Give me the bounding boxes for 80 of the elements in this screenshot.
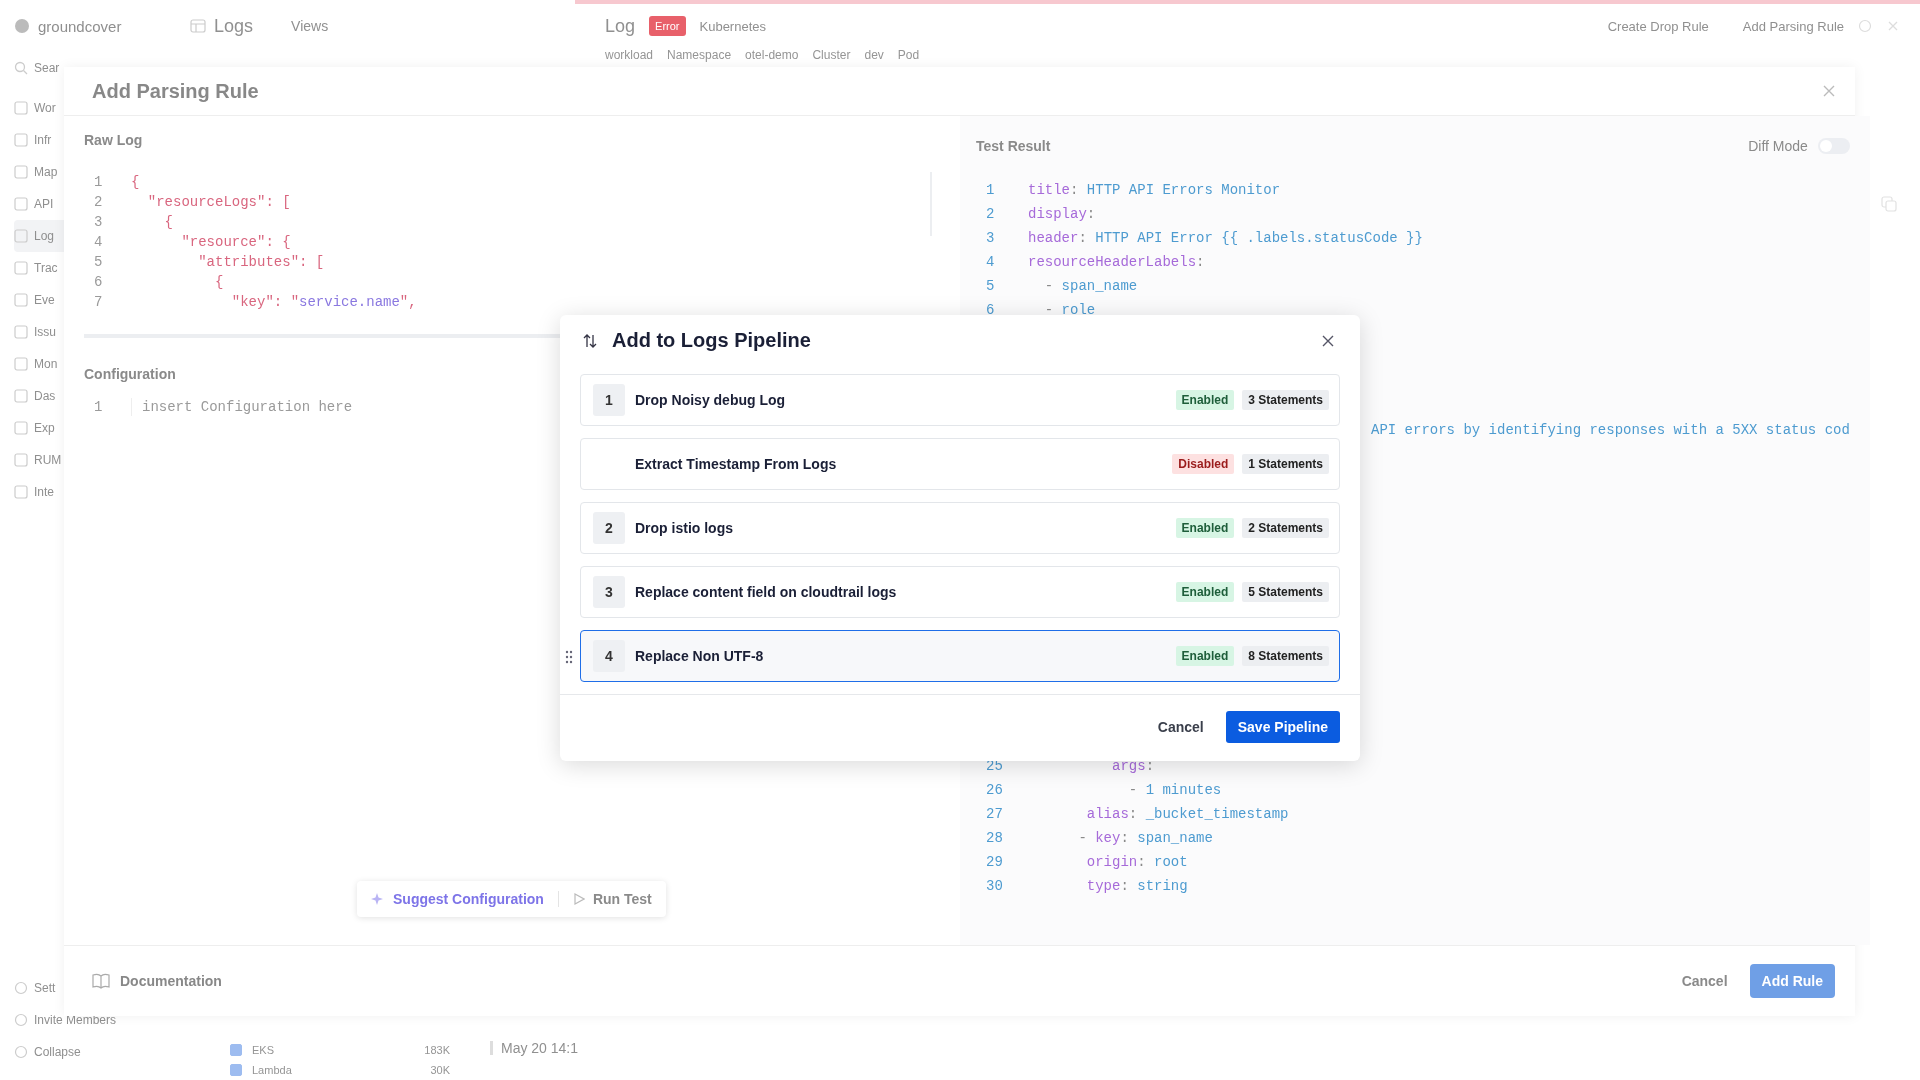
row-count: 30K: [430, 1064, 450, 1076]
line-number: 1: [93, 399, 104, 415]
code-line: - span_name: [1043, 277, 1138, 296]
code-line: {: [214, 273, 224, 292]
statements-badge: 3 Statements: [1242, 390, 1329, 410]
statements-badge: 8 Statements: [1242, 646, 1329, 666]
line-number: 2: [93, 193, 104, 212]
code-line: - role: [1043, 301, 1096, 320]
field-label: workload: [605, 48, 654, 62]
code-line: {: [163, 213, 173, 232]
code-line: "resourceLogs": [: [146, 193, 291, 212]
row-label: Lambda: [252, 1064, 293, 1076]
toggle-label: Diff Mode: [1748, 138, 1808, 154]
order-number: 2: [593, 512, 625, 544]
line-number: 29: [985, 853, 1004, 872]
code-line: "key": "service.name",: [230, 293, 417, 312]
code-line: args:: [1111, 757, 1155, 776]
line-number: 1: [93, 173, 104, 192]
field-label: dev: [864, 48, 884, 62]
log-title: Log: [605, 15, 636, 37]
code-line: - key: span_name: [1077, 829, 1213, 848]
section-label: Test Result: [976, 138, 1051, 154]
line-number: 2: [985, 205, 996, 224]
line-number: 5: [93, 253, 104, 272]
order-number: 1: [593, 384, 625, 416]
drawer-title: Add Parsing Rule: [92, 79, 259, 103]
order-number: 4: [593, 640, 625, 672]
status-badge: Enabled: [1175, 390, 1235, 410]
line-number: 26: [985, 781, 1004, 800]
rule-name: Replace Non UTF-8: [635, 648, 764, 664]
line-number: 6: [985, 301, 996, 320]
code-line: title: HTTP API Errors Monitor: [1028, 181, 1281, 200]
code-line: API errors by identifying responses with a 5XX status cod: [1371, 421, 1850, 440]
field-label: Namespace: [667, 48, 732, 62]
code-line: origin: root: [1085, 853, 1188, 872]
rule-name: Drop Noisy debug Log: [635, 392, 786, 408]
statements-badge: 5 Statements: [1242, 582, 1329, 602]
field-label: Pod: [897, 48, 920, 62]
field-label: otel-demo: [745, 48, 799, 62]
section-label: Configuration: [84, 366, 177, 382]
dialog-title: Add to Logs Pipeline: [612, 329, 811, 352]
code-line: display:: [1028, 205, 1096, 224]
order-number: 3: [593, 576, 625, 608]
code-line: {: [131, 173, 140, 192]
line-number: 4: [93, 233, 104, 252]
rule-name: Drop istio logs: [635, 520, 733, 536]
statements-badge: 2 Statements: [1242, 518, 1329, 538]
line-number: 7: [93, 293, 104, 312]
line-number: 30: [985, 877, 1004, 896]
status-badge: Enabled: [1175, 646, 1235, 666]
line-number: 3: [93, 213, 104, 232]
code-line: "resource": {: [180, 233, 291, 252]
code-line: type: string: [1085, 877, 1188, 896]
code-line: resourceHeaderLabels:: [1028, 253, 1205, 272]
row-count: 183K: [424, 1044, 450, 1056]
rule-name: Extract Timestamp From Logs: [635, 456, 837, 472]
status-badge: Enabled: [1175, 582, 1235, 602]
code-line: "attributes": [: [197, 253, 325, 272]
log-time: May 20 14:1: [501, 1040, 579, 1056]
brand-name: groundcover: [38, 17, 122, 35]
code-line: alias: _bucket_timestamp: [1085, 805, 1289, 824]
field-label: Cluster: [812, 48, 851, 62]
code-line: - 1 minutes: [1127, 781, 1222, 800]
rule-name: Replace content field on cloudtrail logs: [635, 584, 897, 600]
section-label: Raw Log: [84, 132, 144, 148]
line-number: 4: [985, 253, 996, 272]
row-label: EKS: [252, 1044, 275, 1056]
line-number: 27: [985, 805, 1004, 824]
page-title: Logs: [214, 15, 254, 37]
statements-badge: 1 Statements: [1242, 454, 1329, 474]
line-number: 6: [93, 273, 104, 292]
status-badge: Enabled: [1175, 518, 1235, 538]
code-line: header: HTTP API Error {{ .labels.statusCode }}: [1028, 229, 1423, 248]
line-number: 3: [985, 229, 996, 248]
line-number: 28: [985, 829, 1004, 848]
source-label: Kubernetes: [699, 18, 766, 34]
level-badge: Error: [649, 16, 686, 36]
line-number: 1: [985, 181, 996, 200]
status-badge: Disabled: [1172, 454, 1235, 474]
line-number: 5: [985, 277, 996, 296]
